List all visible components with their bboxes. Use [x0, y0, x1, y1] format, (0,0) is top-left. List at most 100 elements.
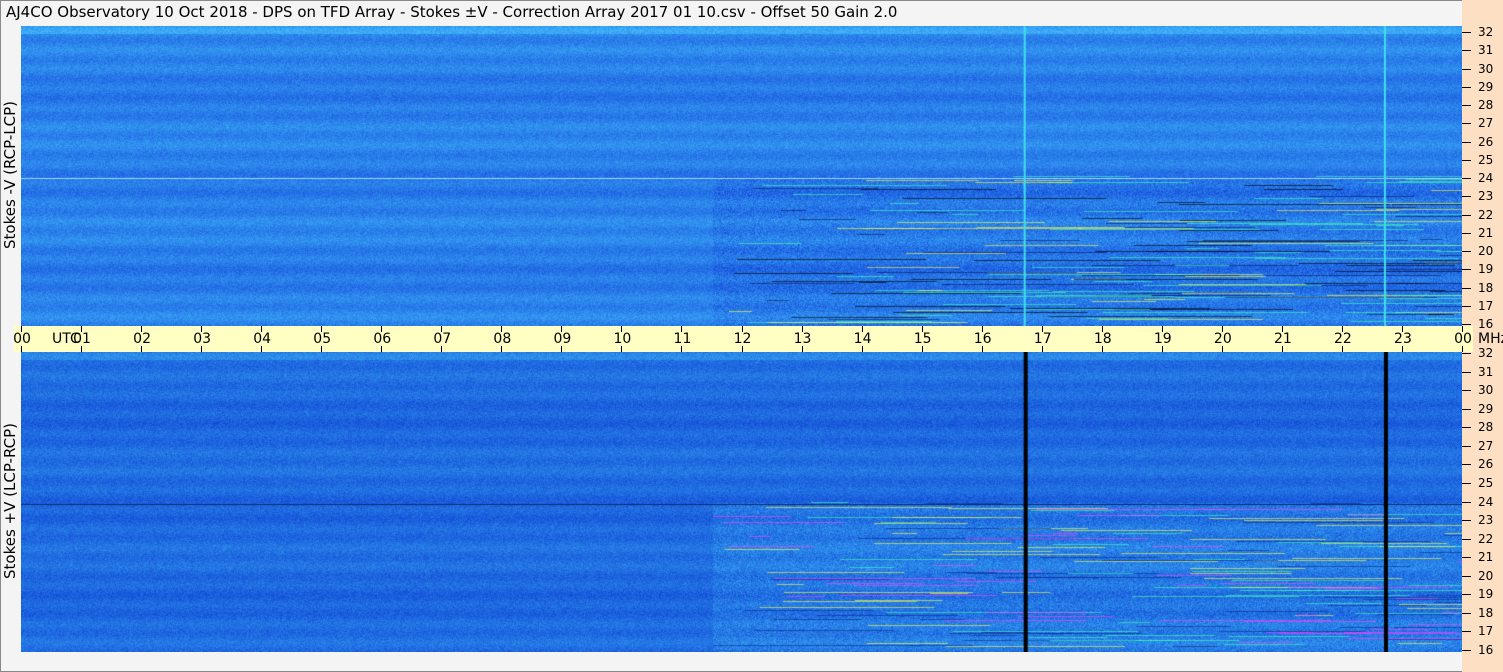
time-tick-label: 00	[1454, 331, 1472, 347]
frequency-tick	[1462, 371, 1471, 373]
frequency-tick	[1462, 482, 1471, 484]
frequency-tick	[1462, 305, 1471, 307]
time-tick-label: 20	[1213, 331, 1232, 347]
time-tick-label: 19	[1153, 331, 1172, 347]
frequency-tick	[1462, 123, 1471, 125]
frequency-tick-label: 27	[1478, 438, 1494, 453]
frequency-tick	[1462, 105, 1471, 106]
frequency-tick	[1462, 232, 1471, 234]
time-tick-label: 17	[1033, 331, 1052, 347]
frequency-tick-label: 32	[1478, 25, 1494, 39]
frequency-tick-label: 25	[1478, 152, 1494, 167]
time-tick-label: 18	[1093, 331, 1112, 347]
time-tick-label: 05	[313, 331, 332, 347]
time-tick-label: 00	[13, 331, 31, 347]
frequency-tick	[1462, 445, 1471, 447]
frequency-tick-label: 29	[1478, 79, 1494, 94]
frequency-tick-label: 26	[1478, 457, 1494, 472]
frequency-tick-label: 23	[1478, 189, 1494, 204]
frequency-tick-label: 25	[1478, 475, 1494, 490]
frequency-tick	[1462, 650, 1471, 651]
time-tick-label: 16	[973, 331, 992, 347]
frequency-tick	[1462, 520, 1471, 522]
frequency-tick	[1462, 141, 1471, 143]
frequency-tick-label: 24	[1478, 494, 1494, 509]
frequency-tick	[1462, 50, 1471, 52]
utc-label: UTC	[52, 331, 80, 347]
frequency-tick-label: 16	[1478, 643, 1494, 657]
frequency-tick-label: 26	[1478, 134, 1494, 149]
frequency-tick-label: 18	[1478, 280, 1494, 295]
frequency-tick-label: 22	[1478, 531, 1494, 546]
frequency-tick-label: 20	[1478, 244, 1494, 258]
spectrogram-stokes-minus-v	[21, 26, 1462, 326]
frequency-tick	[1462, 612, 1471, 614]
time-tick-label: 07	[433, 331, 452, 347]
mhz-label: MHz	[1478, 331, 1503, 347]
frequency-tick	[1462, 538, 1471, 540]
frequency-tick	[1462, 159, 1471, 161]
frequency-tick-label: 31	[1478, 364, 1494, 379]
frequency-tick	[1462, 287, 1471, 289]
frequency-tick	[1462, 324, 1471, 325]
frequency-tick-label: 29	[1478, 401, 1494, 416]
frequency-tick	[1462, 68, 1471, 70]
frequency-tick-label: 18	[1478, 605, 1494, 620]
frequency-tick	[1462, 269, 1471, 271]
time-tick-label: 23	[1394, 331, 1412, 347]
time-tick-label: 06	[373, 331, 392, 347]
spectrogram-canvas-bottom	[21, 352, 1462, 652]
frequency-tick	[1462, 557, 1471, 559]
frequency-tick-label: 19	[1478, 587, 1494, 602]
frequency-tick-label: 27	[1478, 116, 1494, 131]
frequency-tick	[1462, 501, 1471, 503]
frequency-tick	[1462, 390, 1471, 392]
time-tick-label: 12	[733, 331, 752, 347]
frequency-tick	[1462, 251, 1471, 252]
frequency-tick-label: 22	[1478, 207, 1494, 222]
frequency-tick-label: 20	[1478, 568, 1494, 583]
utc-time-axis: 00 01 02 03 04 05 06 07 08 09 10 11 12 13 14 15 16 17 18 19…	[13, 326, 1503, 352]
time-tick-label: 15	[913, 331, 932, 347]
spectrogram-canvas-top	[21, 26, 1462, 326]
time-tick-label: 02	[133, 331, 151, 347]
frequency-tick-label: 28	[1478, 420, 1494, 435]
frequency-tick-label: 24	[1478, 171, 1494, 185]
frequency-tick-label: 19	[1478, 262, 1494, 277]
y-axis-label-bottom: Stokes +V (LCP-RCP)	[1, 423, 19, 579]
frequency-tick	[1462, 86, 1471, 88]
time-tick-label: 11	[673, 331, 692, 347]
frequency-tick-label: 17	[1478, 298, 1494, 313]
frequency-tick	[1462, 32, 1471, 33]
frequency-tick	[1462, 464, 1471, 466]
time-tick-label: 22	[1333, 331, 1352, 347]
frequency-tick	[1462, 214, 1471, 216]
frequency-tick	[1462, 408, 1471, 410]
frequency-tick-label: 30	[1478, 383, 1494, 398]
time-tick-label: 21	[1273, 331, 1292, 347]
chart-title: AJ4CO Observatory 10 Oct 2018 - DPS on T…	[6, 3, 898, 21]
frequency-tick-label: 28	[1478, 98, 1494, 112]
time-tick-label: 09	[553, 331, 572, 347]
frequency-tick-label: 21	[1478, 550, 1494, 565]
frequency-tick-label: 32	[1478, 346, 1494, 360]
frequency-tick	[1462, 353, 1471, 354]
time-tick-label: 03	[193, 331, 212, 347]
frequency-tick-label: 17	[1478, 624, 1494, 639]
time-tick-label: 13	[793, 331, 812, 347]
frequency-tick	[1462, 631, 1471, 633]
frequency-tick	[1462, 196, 1471, 198]
frequency-tick-label: 31	[1478, 43, 1494, 58]
frequency-tick-label: 30	[1478, 61, 1494, 76]
time-tick-label: 10	[613, 331, 632, 347]
frequency-tick-label: 16	[1478, 317, 1494, 331]
time-tick-label: 08	[493, 331, 512, 347]
frequency-tick	[1462, 594, 1471, 596]
frequency-tick	[1462, 575, 1471, 577]
y-axis-label-top: Stokes -V (RCP-LCP)	[1, 101, 19, 249]
spectrogram-stokes-plus-v	[21, 352, 1462, 652]
time-tick-label: 04	[253, 331, 272, 347]
time-tick-label: 14	[853, 331, 872, 347]
frequency-tick-label: 23	[1478, 513, 1494, 528]
frequency-tick	[1462, 178, 1471, 179]
